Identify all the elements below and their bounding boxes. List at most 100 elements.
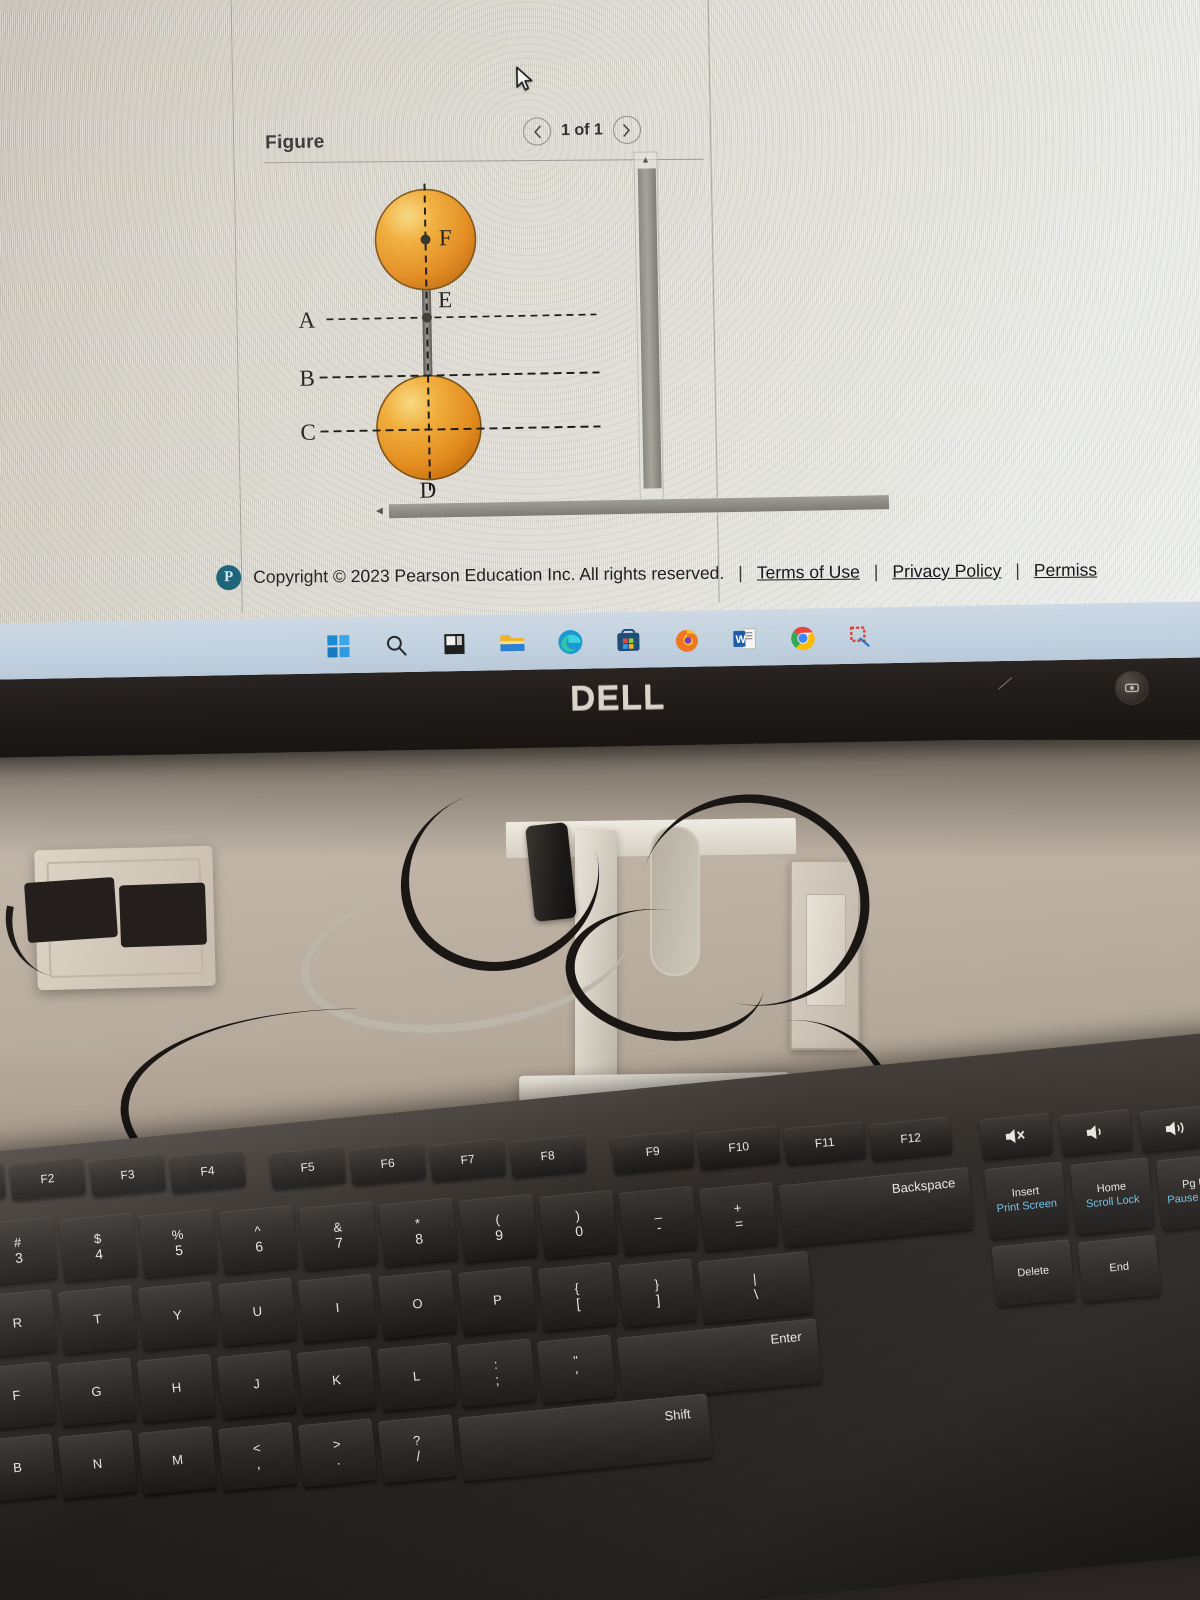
key-delete[interactable]: Delete <box>991 1239 1076 1307</box>
key-p-label: P <box>492 1292 503 1308</box>
key-f[interactable]: F <box>0 1361 57 1431</box>
key-backslash[interactable]: | \ <box>697 1250 814 1324</box>
figure-prev-button[interactable] <box>522 117 552 146</box>
key-f3[interactable]: F3 <box>88 1153 167 1197</box>
key-g-label: G <box>90 1383 103 1400</box>
physics-diagram: F E A B C D <box>294 176 630 502</box>
key-page-up-label: Pg Up <box>1181 1176 1200 1192</box>
key-o[interactable]: O <box>377 1269 458 1339</box>
key-8[interactable]: * 8 <box>378 1197 459 1267</box>
key-home-scroll-lock[interactable]: Home Scroll Lock <box>1070 1157 1155 1235</box>
key-page-up-pause[interactable]: Pg Up Pause Break <box>1155 1152 1200 1231</box>
key-8-shift: * <box>414 1215 421 1232</box>
key-semicolon-label: ; <box>494 1371 500 1388</box>
microsoft-store-icon[interactable] <box>613 626 644 657</box>
key-u[interactable]: U <box>217 1277 298 1347</box>
key-k[interactable]: K <box>296 1345 377 1415</box>
key-insert-print-screen[interactable]: Insert Print Screen <box>984 1161 1069 1239</box>
key-m[interactable]: M <box>137 1425 218 1495</box>
permissions-link[interactable]: Permiss <box>1034 560 1097 582</box>
key-semicolon[interactable]: : ; <box>456 1338 537 1408</box>
key-b[interactable]: B <box>0 1433 58 1503</box>
file-explorer-icon[interactable] <box>497 628 528 659</box>
key-9[interactable]: ( 9 <box>458 1193 539 1263</box>
google-chrome-icon[interactable] <box>787 622 818 653</box>
key-j[interactable]: J <box>216 1349 297 1419</box>
key-6[interactable]: ^ 6 <box>218 1204 299 1274</box>
key-7[interactable]: & 7 <box>298 1201 379 1271</box>
microsoft-word-icon[interactable]: W <box>729 624 760 655</box>
key-mute[interactable] <box>979 1112 1053 1160</box>
search-icon[interactable] <box>381 630 412 661</box>
figure-vertical-scrollbar[interactable]: ▲ ▼ <box>633 151 665 512</box>
key-period[interactable]: > . <box>297 1418 378 1488</box>
key-n[interactable]: N <box>57 1429 138 1499</box>
key-f6[interactable]: F6 <box>349 1141 427 1185</box>
key-f9[interactable]: F9 <box>611 1129 695 1174</box>
microsoft-edge-icon[interactable] <box>555 627 586 658</box>
figure-panel: Figure 1 of 1 F E A B C D ▲ <box>230 0 732 611</box>
scroll-left-arrow[interactable]: ◀ <box>376 505 383 516</box>
volume-down-icon <box>1086 1125 1101 1140</box>
key-f8[interactable]: F8 <box>509 1134 587 1178</box>
key-minus[interactable]: _ - <box>618 1185 699 1255</box>
task-view-icon[interactable] <box>439 629 470 660</box>
key-f10[interactable]: F10 <box>697 1125 781 1169</box>
key-f1[interactable]: F1 <box>0 1160 7 1205</box>
snip-sketch-icon[interactable] <box>845 621 876 652</box>
photograph-of-desk-setup: DELL ∕ Figure 1 of 1 F E A B C D ▲ ◀ P C… <box>0 0 1200 1600</box>
key-p[interactable]: P <box>457 1265 538 1335</box>
key-pause-break-label: Pause Break <box>1166 1188 1200 1207</box>
key-comma[interactable]: < , <box>217 1422 298 1491</box>
key-slash[interactable]: ? / <box>377 1414 458 1484</box>
figure-next-button[interactable] <box>612 115 642 145</box>
key-shift-right[interactable]: Shift <box>457 1393 713 1482</box>
key-5[interactable]: % 5 <box>138 1208 219 1278</box>
key-f11[interactable]: F11 <box>783 1120 867 1165</box>
key-0[interactable]: ) 0 <box>538 1189 619 1259</box>
svg-text:W: W <box>735 634 746 646</box>
key-backspace[interactable]: Backspace <box>778 1166 974 1248</box>
privacy-policy-link[interactable]: Privacy Policy <box>892 560 1001 582</box>
key-4[interactable]: $ 4 <box>58 1212 139 1282</box>
key-f7[interactable]: F7 <box>429 1138 507 1182</box>
footer-separator-3: | <box>1015 560 1020 581</box>
key-g[interactable]: G <box>56 1357 137 1427</box>
monitor-power-button[interactable] <box>1114 670 1150 706</box>
key-quote[interactable]: " ' <box>536 1334 617 1404</box>
key-enter[interactable]: Enter <box>616 1318 823 1402</box>
key-4-shift: $ <box>93 1231 102 1247</box>
windows-start-icon[interactable] <box>323 631 354 662</box>
firefox-icon[interactable] <box>671 625 702 656</box>
key-volume-down[interactable] <box>1059 1108 1133 1156</box>
key-t[interactable]: T <box>57 1285 138 1354</box>
key-f12-label: F12 <box>899 1129 922 1146</box>
key-5-shift: % <box>171 1227 185 1244</box>
key-h[interactable]: H <box>136 1353 217 1423</box>
vertical-scroll-thumb[interactable] <box>637 168 662 489</box>
key-f7-label: F7 <box>459 1151 476 1167</box>
key-f12[interactable]: F12 <box>869 1116 953 1161</box>
dell-logo-text: DELL <box>569 677 666 719</box>
key-f-label: F <box>11 1387 22 1404</box>
label-d: D <box>419 477 436 501</box>
key-pipe: | <box>752 1271 758 1287</box>
key-i[interactable]: I <box>297 1273 378 1343</box>
monitor-screen: Figure 1 of 1 F E A B C D ▲ ◀ P Copyrigh… <box>0 0 1200 680</box>
key-comma-label: , <box>255 1455 261 1472</box>
key-u-label: U <box>252 1303 263 1320</box>
key-l[interactable]: L <box>376 1342 457 1412</box>
key-bracket-left[interactable]: { [ <box>537 1262 618 1331</box>
key-volume-up[interactable] <box>1139 1104 1200 1152</box>
key-equals[interactable]: + = <box>698 1181 779 1251</box>
key-r[interactable]: R <box>0 1288 58 1358</box>
key-3[interactable]: # 3 <box>0 1216 59 1286</box>
key-f2[interactable]: F2 <box>8 1157 87 1201</box>
key-f4[interactable]: F4 <box>168 1149 247 1193</box>
scroll-up-arrow[interactable]: ▲ <box>634 152 656 166</box>
key-y[interactable]: Y <box>137 1281 218 1351</box>
key-bracket-right[interactable]: } ] <box>617 1258 698 1328</box>
key-f5[interactable]: F5 <box>269 1145 347 1189</box>
terms-of-use-link[interactable]: Terms of Use <box>757 562 860 584</box>
key-end[interactable]: End <box>1077 1234 1162 1303</box>
